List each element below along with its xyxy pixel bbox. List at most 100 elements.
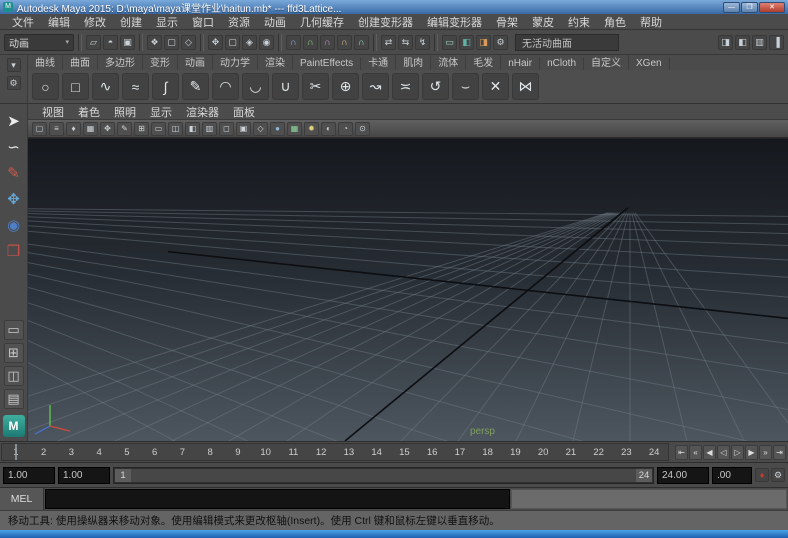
select-rendering-icon[interactable]: ◉	[259, 35, 274, 50]
shelf-tab-hair[interactable]: 毛发	[466, 55, 501, 70]
status-separator[interactable]	[200, 34, 204, 51]
tool-settings-toggle-icon[interactable]: ◧	[735, 35, 750, 50]
construction-history-icon[interactable]: ↯	[415, 35, 430, 50]
ipr-render-icon[interactable]: ◨	[476, 35, 491, 50]
time-slider-track[interactable]: 123456789101112131415161718192021222324	[1, 443, 669, 461]
shelf-tab-ncloth[interactable]: nCloth	[540, 57, 584, 70]
menu-edit[interactable]: 编辑	[42, 14, 76, 30]
menu-modify[interactable]: 修改	[78, 14, 112, 30]
attach-curves-icon[interactable]: ∪	[272, 73, 299, 100]
frame-number[interactable]: 17	[446, 444, 474, 460]
panel-menu-lighting[interactable]: 照明	[108, 104, 142, 120]
shelf-tab-animation[interactable]: 动画	[178, 55, 213, 70]
frame-number[interactable]: 2	[30, 444, 58, 460]
range-start-handle[interactable]: 1	[115, 469, 131, 482]
nurbs-circle-icon[interactable]: ○	[32, 73, 59, 100]
animation-preferences-icon[interactable]: ⚙	[771, 468, 785, 482]
grease-pencil-icon[interactable]: ✎	[117, 122, 132, 136]
open-render-view-icon[interactable]: ▭	[442, 35, 457, 50]
camera-attributes-icon[interactable]: ≡	[49, 122, 64, 136]
shelf-tab-nhair[interactable]: nHair	[501, 57, 540, 70]
viewport[interactable]: persp	[28, 138, 788, 441]
xray-icon[interactable]: ◔	[338, 122, 353, 136]
menu-animate[interactable]: 动画	[258, 14, 292, 30]
frame-number[interactable]: 9	[224, 444, 252, 460]
frame-number[interactable]: 5	[113, 444, 141, 460]
film-gate-icon[interactable]: ▭	[151, 122, 166, 136]
gate-mask-icon[interactable]: ◧	[185, 122, 200, 136]
render-settings-icon[interactable]: ⚙	[493, 35, 508, 50]
frame-number[interactable]: 21	[557, 444, 585, 460]
auto-keyframe-icon[interactable]: ♦	[755, 468, 769, 482]
attribute-editor-toggle-icon[interactable]: ◨	[718, 35, 733, 50]
status-separator[interactable]	[78, 34, 82, 51]
detach-curves-icon[interactable]: ✂	[302, 73, 329, 100]
rebuild-curve-icon[interactable]: ↺	[422, 73, 449, 100]
menu-window[interactable]: 窗口	[186, 14, 220, 30]
status-separator[interactable]	[278, 34, 282, 51]
close-button[interactable]: ✕	[759, 2, 785, 13]
field-chart-icon[interactable]: ▥	[202, 122, 217, 136]
range-bar-inner[interactable]	[115, 469, 652, 482]
maya-logo-icon[interactable]: M	[3, 415, 25, 437]
panel-menu-shading[interactable]: 着色	[72, 104, 106, 120]
frame-number[interactable]: 12	[307, 444, 335, 460]
select-component-icon[interactable]: ◇	[181, 35, 196, 50]
render-current-frame-icon[interactable]: ◧	[459, 35, 474, 50]
safe-action-icon[interactable]: ◻	[219, 122, 234, 136]
shelf-tab-deform[interactable]: 变形	[143, 55, 178, 70]
select-tool-icon[interactable]: ➤	[3, 110, 25, 132]
panel-menu-show[interactable]: 显示	[144, 104, 178, 120]
arc-2-point-icon[interactable]: ◡	[242, 73, 269, 100]
panel-menu-renderer[interactable]: 渲染器	[180, 104, 225, 120]
save-scene-icon[interactable]: ▣	[120, 35, 135, 50]
shelf-tab-menu-icon[interactable]: ▾	[7, 58, 21, 72]
cv-curve-tool-icon[interactable]: ∿	[92, 73, 119, 100]
select-deformations-icon[interactable]: ◈	[242, 35, 257, 50]
shelf-tab-dynamics[interactable]: 动力学	[213, 55, 258, 70]
frame-number[interactable]: 7	[169, 444, 197, 460]
ep-curve-tool-icon[interactable]: ≈	[122, 73, 149, 100]
paint-select-tool-icon[interactable]: ✎	[3, 162, 25, 184]
pencil-curve-tool-icon[interactable]: ✎	[182, 73, 209, 100]
make-live-icon[interactable]: ∩	[354, 35, 369, 50]
textured-icon[interactable]: ▦	[287, 122, 302, 136]
menu-skin[interactable]: 蒙皮	[526, 14, 560, 30]
extend-curve-icon[interactable]: ↝	[362, 73, 389, 100]
four-pane-layout-icon[interactable]: ⊞	[4, 343, 24, 363]
shelf-tab-polygons[interactable]: 多边形	[98, 55, 143, 70]
menu-edit-deformers[interactable]: 编辑变形器	[421, 14, 488, 30]
insert-knot-icon[interactable]: ⊕	[332, 73, 359, 100]
lasso-tool-icon[interactable]: ∽	[3, 136, 25, 158]
frame-number[interactable]: 14	[363, 444, 391, 460]
intersect-curves-icon[interactable]: ⋈	[512, 73, 539, 100]
panel-menu-view[interactable]: 视图	[36, 104, 70, 120]
frame-number[interactable]: 4	[85, 444, 113, 460]
status-separator[interactable]	[139, 34, 143, 51]
frame-number[interactable]: 3	[58, 444, 86, 460]
playback-start-field[interactable]: 1.00	[3, 467, 55, 484]
frame-number[interactable]: 22	[585, 444, 613, 460]
new-scene-icon[interactable]: ▱	[86, 35, 101, 50]
select-object-icon[interactable]: ▢	[164, 35, 179, 50]
input-connections-icon[interactable]: ⇄	[381, 35, 396, 50]
open-scene-icon[interactable]: ◓	[103, 35, 118, 50]
go-to-start-button[interactable]: ⇤	[675, 445, 688, 460]
isolate-select-icon[interactable]: ⊙	[355, 122, 370, 136]
bookmarks-icon[interactable]: ♦	[66, 122, 81, 136]
move-tool-icon[interactable]: ✥	[3, 188, 25, 210]
frame-number[interactable]: 16	[418, 444, 446, 460]
menu-create[interactable]: 创建	[114, 14, 148, 30]
frame-number[interactable]: 23	[613, 444, 641, 460]
frame-number[interactable]: 20	[529, 444, 557, 460]
grid-icon[interactable]: ⊞	[134, 122, 149, 136]
range-bar[interactable]: 1 24	[113, 467, 654, 484]
frame-number[interactable]: 10	[252, 444, 280, 460]
select-surfaces-icon[interactable]: ▢	[225, 35, 240, 50]
animation-end-field[interactable]: .00	[712, 467, 752, 484]
shelf-tab-surfaces[interactable]: 曲面	[63, 55, 98, 70]
frame-number[interactable]: 19	[502, 444, 530, 460]
persp-outliner-layout-icon[interactable]: ◫	[4, 366, 24, 386]
2d-pan-zoom-icon[interactable]: ✥	[100, 122, 115, 136]
smooth-shade-icon[interactable]: ●	[270, 122, 285, 136]
